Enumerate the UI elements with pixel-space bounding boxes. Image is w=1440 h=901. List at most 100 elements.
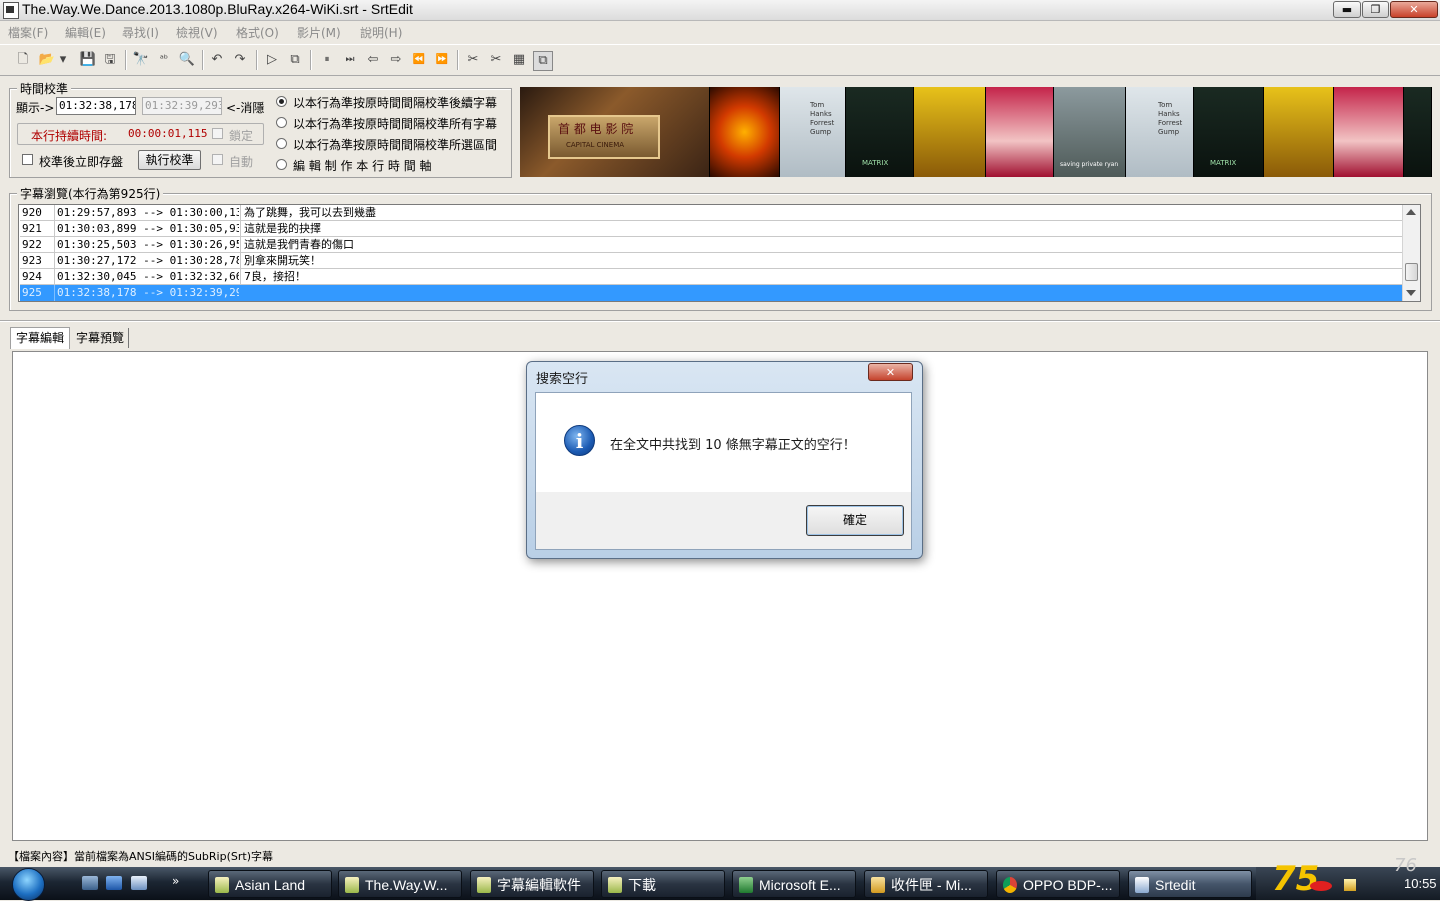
taskbar-item-asian-land[interactable]: Asian Land	[208, 870, 332, 898]
taskbar-item-excel[interactable]: Microsoft E...	[732, 870, 856, 898]
network-icon[interactable]	[1344, 879, 1356, 891]
panel-divider	[0, 320, 1440, 322]
subtitle-list[interactable]: 920 01:29:57,893 --> 01:30:00,134 為了跳舞，我…	[18, 204, 1421, 302]
film-icon[interactable]: ▦	[510, 51, 528, 69]
find-icon[interactable]: 🔭	[132, 51, 150, 69]
run-calibration-button[interactable]: 執行校準	[138, 150, 201, 170]
row-number: 923	[22, 254, 42, 267]
save-icon[interactable]: 💾	[79, 51, 97, 69]
toolbar-separator	[457, 50, 459, 70]
poster-matrix-2: MATRIX	[1194, 87, 1264, 177]
option-label-all: 以本行為準按原時間間隔校準所有字幕	[293, 117, 498, 131]
new-file-icon[interactable]: 🗋	[14, 51, 32, 69]
row-time: 01:30:25,503 --> 01:30:26,959	[54, 237, 239, 253]
undo-icon[interactable]: ↶	[208, 51, 226, 69]
tab-subtitle-edit[interactable]: 字幕編輯	[10, 327, 71, 349]
dialog-close-button[interactable]: ✕	[868, 363, 913, 381]
save-all-icon[interactable]: 🖫	[101, 51, 119, 69]
switch-windows-icon[interactable]	[131, 876, 147, 890]
option-label-following: 以本行為準按原時間間隔校準後續字幕	[293, 96, 498, 110]
find-preview-icon[interactable]: 🔍	[178, 51, 196, 69]
windows-logo-icon	[12, 868, 45, 901]
system-tray: 75 76 10:55	[1256, 855, 1440, 900]
app-icon[interactable]	[3, 2, 19, 19]
ok-button[interactable]: 確定	[806, 505, 904, 536]
option-radio-selected[interactable]	[276, 138, 287, 149]
toolbar-separator	[256, 50, 258, 70]
menu-view[interactable]: 檢視(V)	[176, 24, 218, 41]
window-title: The.Way.We.Dance.2013.1080p.BluRay.x264-…	[22, 1, 413, 17]
taskbar-item-oppo[interactable]: OPPO BDP-...	[996, 870, 1120, 898]
toolbar-separator	[125, 50, 127, 70]
table-row[interactable]: 921 01:30:03,899 --> 01:30:05,935 這就是我的抉…	[20, 221, 1403, 237]
cut-start-icon[interactable]: ✂	[464, 51, 482, 69]
scroll-down-arrow-icon[interactable]	[1406, 290, 1416, 296]
taskbar-item-subtitle-software[interactable]: 字幕編輯軟件	[470, 870, 594, 898]
fast-forward-icon[interactable]: ⏩	[433, 51, 451, 69]
app-icon	[215, 877, 229, 893]
explorer-icon[interactable]	[106, 876, 122, 890]
show-desktop-icon[interactable]	[82, 876, 98, 890]
close-button[interactable]: ✕	[1390, 1, 1438, 18]
auto-checkbox	[212, 154, 223, 165]
save-after-checkbox[interactable]	[22, 154, 33, 165]
copy-icon[interactable]: ⧉	[533, 51, 553, 71]
row-number: 921	[22, 222, 42, 235]
taskbar-item-download[interactable]: 下載	[601, 870, 725, 898]
start-time-field[interactable]: 01:32:38,178	[56, 97, 136, 115]
minimize-button[interactable]: ▬	[1333, 1, 1361, 18]
menu-bar: 檔案(F) 編輯(E) 尋找(I) 檢視(V) 格式(O) 影片(M) 說明(H…	[0, 21, 1440, 42]
poster-red-2	[1334, 87, 1404, 177]
taskbar-item-the-way[interactable]: The.Way.W...	[338, 870, 462, 898]
table-row[interactable]: 924 01:32:30,045 --> 01:32:32,661 7良，接招！	[20, 269, 1403, 285]
row-text: 7良，接招！	[240, 269, 1404, 285]
back-arrow-icon[interactable]: ⇦	[364, 51, 382, 69]
clock[interactable]: 10:55	[1404, 876, 1437, 891]
table-row[interactable]: 920 01:29:57,893 --> 01:30:00,134 為了跳舞，我…	[20, 205, 1403, 221]
cut-end-icon[interactable]: ✂	[487, 51, 505, 69]
taskbar-item-inbox[interactable]: 收件匣 - Mi...	[864, 870, 988, 898]
menu-format[interactable]: 格式(O)	[236, 24, 279, 41]
forward-arrow-icon[interactable]: ⇨	[387, 51, 405, 69]
start-button[interactable]	[2, 867, 52, 901]
table-row[interactable]: 923 01:30:27,172 --> 01:30:28,787 別拿來開玩笑…	[20, 253, 1403, 269]
option-radio-timeline[interactable]	[276, 159, 287, 170]
menu-video[interactable]: 影片(M)	[297, 24, 341, 41]
dialog-body: i 在全文中共找到 10 條無字幕正文的空行！	[535, 392, 912, 492]
rewind-icon[interactable]: ⏪	[410, 51, 428, 69]
open-folder-icon[interactable]: 📂	[38, 51, 56, 69]
cancel-label: <-消隱	[226, 101, 265, 115]
movie-banner: 首 都 电 影 院 CAPITAL CINEMA Tom Hanks Forre…	[520, 87, 1432, 177]
step-end-icon[interactable]: ⏭	[341, 51, 359, 69]
pause-icon[interactable]: ⏸	[318, 51, 336, 69]
quicklaunch-more-icon[interactable]: »	[172, 874, 179, 888]
table-row-selected[interactable]: 925 01:32:38,178 --> 01:32:39,293	[20, 285, 1403, 301]
option-radio-following[interactable]	[276, 96, 287, 107]
lock-label: 鎖定	[229, 129, 254, 143]
duration-label: 本行持續時間:	[31, 129, 108, 143]
table-row[interactable]: 922 01:30:25,503 --> 01:30:26,959 這就是我們青…	[20, 237, 1403, 253]
auto-label: 自動	[229, 155, 254, 169]
menu-help[interactable]: 說明(H)	[360, 24, 402, 41]
taskbar-item-srtedit[interactable]: Srtedit	[1128, 870, 1252, 898]
menu-file[interactable]: 檔案(F)	[8, 24, 48, 41]
app-icon	[345, 877, 359, 893]
redo-icon[interactable]: ↷	[231, 51, 249, 69]
dropdown-arrow-icon[interactable]: ▾	[57, 51, 69, 69]
poster-matrix: MATRIX	[846, 87, 914, 177]
maximize-button[interactable]: ❐	[1362, 1, 1389, 18]
row-time: 01:32:38,178 --> 01:32:39,293	[54, 285, 239, 301]
menu-find[interactable]: 尋找(I)	[122, 24, 159, 41]
scroll-up-arrow-icon[interactable]	[1406, 209, 1416, 215]
list-scrollbar[interactable]	[1402, 205, 1420, 301]
play-icon[interactable]: ▷	[263, 51, 281, 69]
tab-subtitle-preview[interactable]: 字幕預覽	[72, 328, 130, 348]
option-radio-all[interactable]	[276, 117, 287, 128]
scroll-thumb[interactable]	[1405, 263, 1418, 281]
replace-icon[interactable]: ᵃᵇ	[155, 51, 173, 69]
option-label-selected: 以本行為準按原時間間隔校準所選區間	[293, 138, 498, 152]
row-text: 這就是我的抉擇	[240, 221, 1404, 237]
title-bar: The.Way.We.Dance.2013.1080p.BluRay.x264-…	[0, 0, 1440, 21]
menu-edit[interactable]: 編輯(E)	[65, 24, 106, 41]
video-icon[interactable]: ⧉	[286, 51, 304, 69]
